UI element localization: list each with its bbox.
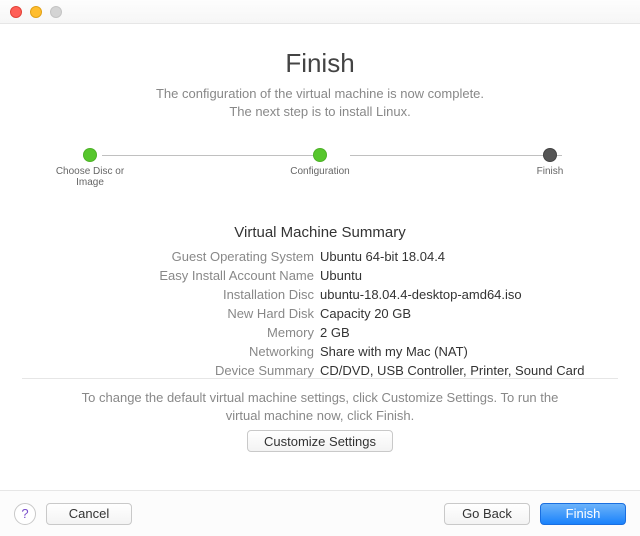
summary-label: Memory [20,325,320,340]
step-dot-current-icon [543,148,557,162]
summary-value: ubuntu-18.04.4-desktop-amd64.iso [320,287,522,302]
window-zoom-icon [50,6,62,18]
help-icon: ? [21,506,28,521]
window-titlebar [0,0,640,24]
summary-row-device-summary: Device Summary CD/DVD, USB Controller, P… [20,363,620,378]
summary-value: CD/DVD, USB Controller, Printer, Sound C… [320,363,584,378]
step-choose-disc: Choose Disc or Image [50,148,130,188]
window-minimize-icon[interactable] [30,6,42,18]
summary-row-memory: Memory 2 GB [20,325,620,340]
step-configuration: Configuration [280,148,360,177]
summary-label: Guest Operating System [20,249,320,264]
finish-button[interactable]: Finish [540,503,626,525]
wizard-stepper: Choose Disc or Image Configuration Finis… [50,148,590,188]
footer-note-line2: virtual machine now, click Finish. [226,408,415,423]
cancel-button[interactable]: Cancel [46,503,132,525]
customize-settings-button[interactable]: Customize Settings [247,430,393,452]
footer-note: To change the default virtual machine se… [22,378,618,424]
go-back-button[interactable]: Go Back [444,503,530,525]
summary-label: Installation Disc [20,287,320,302]
summary-value: Capacity 20 GB [320,306,411,321]
step-label: Configuration [290,166,349,177]
summary-value: Share with my Mac (NAT) [320,344,468,359]
summary-row-hard-disk: New Hard Disk Capacity 20 GB [20,306,620,321]
step-dot-done-icon [83,148,97,162]
summary-row-guest-os: Guest Operating System Ubuntu 64-bit 18.… [20,249,620,264]
step-dot-done-icon [313,148,327,162]
step-label: Finish [537,166,564,177]
subtitle-line1: The configuration of the virtual machine… [156,86,484,101]
page-subtitle: The configuration of the virtual machine… [20,85,620,120]
summary-label: New Hard Disk [20,306,320,321]
summary-row-easy-install: Easy Install Account Name Ubuntu [20,268,620,283]
step-label: Choose Disc or Image [50,166,130,188]
summary-row-networking: Networking Share with my Mac (NAT) [20,344,620,359]
summary-title: Virtual Machine Summary [20,224,620,241]
summary-value: Ubuntu [320,268,362,283]
summary-label: Easy Install Account Name [20,268,320,283]
summary-value: 2 GB [320,325,350,340]
page-title: Finish [20,48,620,79]
step-finish: Finish [510,148,590,177]
footer-note-line1: To change the default virtual machine se… [82,390,559,405]
summary-label: Networking [20,344,320,359]
summary-label: Device Summary [20,363,320,378]
help-button[interactable]: ? [14,503,36,525]
summary-value: Ubuntu 64-bit 18.04.4 [320,249,445,264]
window-close-icon[interactable] [10,6,22,18]
summary-row-install-disc: Installation Disc ubuntu-18.04.4-desktop… [20,287,620,302]
subtitle-line2: The next step is to install Linux. [229,104,410,119]
summary-rows: Guest Operating System Ubuntu 64-bit 18.… [20,249,620,378]
footer-bar: ? Cancel Go Back Finish [0,490,640,536]
